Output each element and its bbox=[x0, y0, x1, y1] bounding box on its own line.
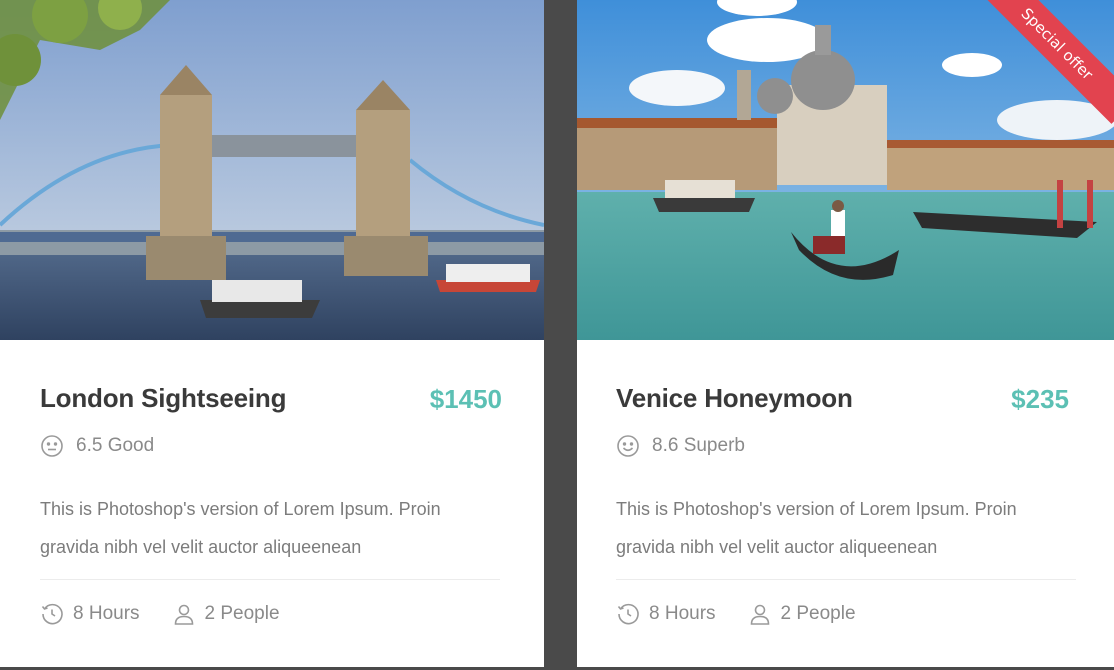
divider bbox=[616, 579, 1076, 580]
divider bbox=[40, 579, 500, 580]
tour-title[interactable]: London Sightseeing bbox=[40, 383, 286, 414]
tower-bridge-photo[interactable] bbox=[0, 0, 544, 340]
tour-title[interactable]: Venice Honeymoon bbox=[616, 383, 853, 414]
description-line-2: gravida nibh vel velit auctor aliqueenea… bbox=[616, 537, 938, 557]
clock-icon bbox=[616, 602, 640, 626]
smiley-icon bbox=[616, 434, 640, 458]
rating-row: 6.5 Good bbox=[40, 434, 154, 458]
duration-text: 8 Hours bbox=[73, 603, 140, 624]
tour-price: $235 bbox=[1011, 384, 1069, 414]
venice-gondola-photo[interactable] bbox=[577, 0, 1114, 340]
user-icon bbox=[748, 602, 772, 626]
duration-text: 8 Hours bbox=[649, 603, 716, 624]
clock-icon bbox=[40, 602, 64, 626]
tour-card-london[interactable]: London Sightseeing $1450 6.5 Good This i… bbox=[0, 0, 544, 667]
tour-meta: 8 Hours 2 People bbox=[40, 602, 312, 626]
rating-text: 8.6 Superb bbox=[652, 435, 745, 456]
duration-item: 8 Hours bbox=[616, 602, 716, 626]
people-item: 2 People bbox=[172, 602, 280, 626]
tour-meta: 8 Hours 2 People bbox=[616, 602, 888, 626]
duration-item: 8 Hours bbox=[40, 602, 140, 626]
description-line-2: gravida nibh vel velit auctor aliqueenea… bbox=[40, 537, 362, 557]
description-line-1: This is Photoshop's version of Lorem Ips… bbox=[40, 499, 441, 519]
rating-row: 8.6 Superb bbox=[616, 434, 745, 458]
user-icon bbox=[172, 602, 196, 626]
people-text: 2 People bbox=[780, 603, 856, 624]
description-line-1: This is Photoshop's version of Lorem Ips… bbox=[616, 499, 1017, 519]
rating-text: 6.5 Good bbox=[76, 435, 155, 456]
tour-card-venice[interactable]: Special offer Venice Honeymoon $235 8.6 … bbox=[577, 0, 1114, 667]
people-text: 2 People bbox=[204, 603, 280, 624]
tour-description: This is Photoshop's version of Lorem Ips… bbox=[40, 490, 441, 566]
tour-description: This is Photoshop's version of Lorem Ips… bbox=[616, 490, 1017, 566]
smiley-icon bbox=[40, 434, 64, 458]
tour-price: $1450 bbox=[429, 384, 502, 414]
people-item: 2 People bbox=[748, 602, 856, 626]
